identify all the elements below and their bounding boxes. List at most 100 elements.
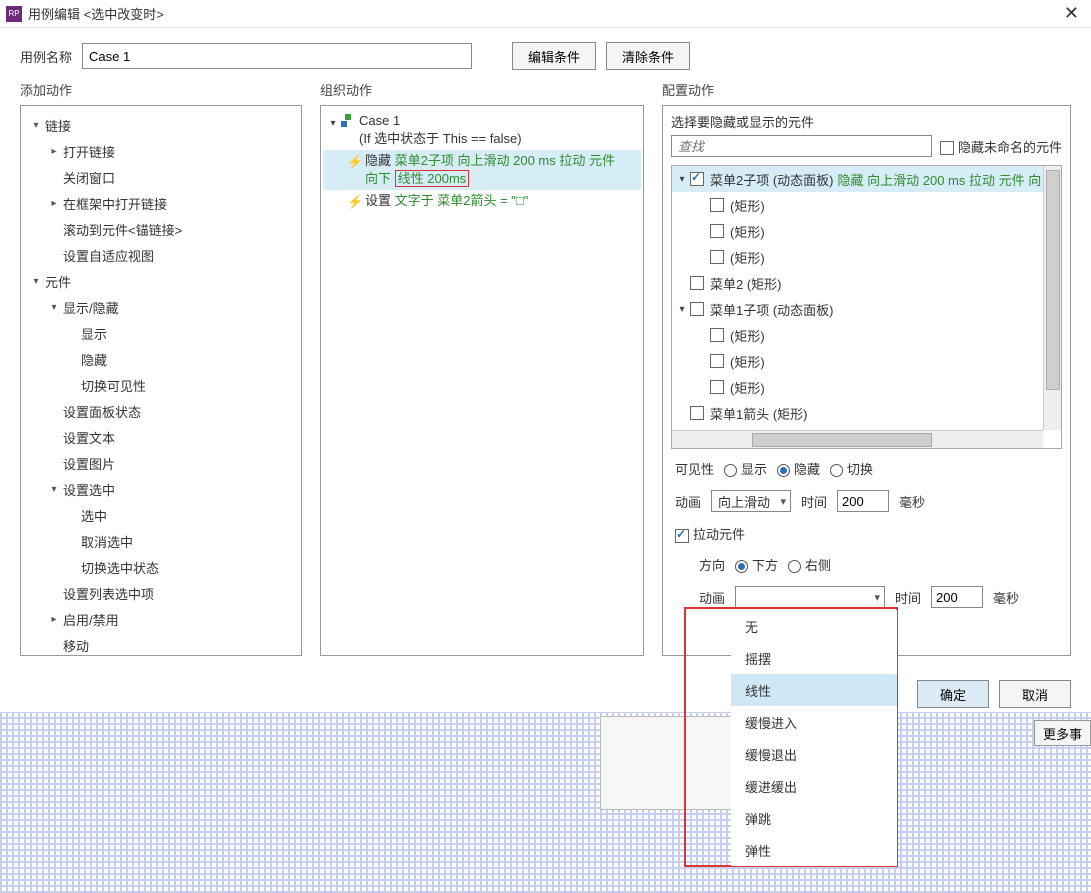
- tree-item[interactable]: 选中: [25, 502, 297, 528]
- ms-label: 毫秒: [899, 492, 925, 511]
- dropdown-option[interactable]: 缓进缓出: [731, 770, 897, 802]
- close-icon[interactable]: ✕: [1058, 3, 1085, 24]
- tree-label: 设置自适应视图: [61, 246, 154, 265]
- dropdown-option[interactable]: 弹跳: [731, 802, 897, 834]
- tree-item[interactable]: ▾显示/隐藏: [25, 294, 297, 320]
- search-input[interactable]: [671, 135, 932, 157]
- cfg-title: 选择要隐藏或显示的元件: [671, 112, 1062, 131]
- tree-item[interactable]: 设置图片: [25, 450, 297, 476]
- checkbox-icon[interactable]: [710, 328, 724, 342]
- action-verb: 设置: [365, 193, 391, 208]
- tree-item[interactable]: ▾设置选中: [25, 476, 297, 502]
- dropdown-option[interactable]: 缓慢退出: [731, 738, 897, 770]
- checkbox-icon[interactable]: [690, 406, 704, 420]
- dropdown-option[interactable]: 摇摆: [731, 642, 897, 674]
- expand-icon[interactable]: ▾: [327, 115, 339, 133]
- tree-item[interactable]: 切换可见性: [25, 372, 297, 398]
- tree-item[interactable]: 关闭窗口: [25, 164, 297, 190]
- tree-item[interactable]: ▾元件: [25, 268, 297, 294]
- dropdown-option[interactable]: 线性: [731, 674, 897, 706]
- checkbox-icon[interactable]: [710, 224, 724, 238]
- time2-input[interactable]: [931, 586, 983, 608]
- action-line2a: 向下: [365, 171, 391, 186]
- widget-tree-row[interactable]: (矩形): [672, 322, 1043, 348]
- radio-show[interactable]: 显示: [724, 459, 767, 478]
- cancel-button[interactable]: 取消: [999, 680, 1071, 708]
- action-verb: 隐藏: [365, 153, 391, 168]
- tree-label: 设置面板状态: [61, 402, 141, 421]
- checkbox-icon[interactable]: [710, 250, 724, 264]
- tree-item[interactable]: ▸启用/禁用: [25, 606, 297, 632]
- tree-item[interactable]: 设置列表选中项: [25, 580, 297, 606]
- checkbox-icon[interactable]: [690, 172, 704, 186]
- widget-tree-row[interactable]: 菜单1箭头 (矩形): [672, 400, 1043, 426]
- checkbox-icon[interactable]: [690, 276, 704, 290]
- tree-item[interactable]: 切换选中状态: [25, 554, 297, 580]
- ms-label2: 毫秒: [993, 588, 1019, 607]
- tree-item[interactable]: 移动: [25, 632, 297, 656]
- checkbox-icon[interactable]: [710, 198, 724, 212]
- dropdown-option[interactable]: 缓慢进入: [731, 706, 897, 738]
- pull-widgets-checkbox[interactable]: 拉动元件: [675, 524, 745, 543]
- tree-item[interactable]: 设置面板状态: [25, 398, 297, 424]
- tree-item[interactable]: ▾链接: [25, 112, 297, 138]
- checkbox-icon[interactable]: [690, 302, 704, 316]
- case-name-input[interactable]: [82, 43, 472, 69]
- ok-button[interactable]: 确定: [917, 680, 989, 708]
- checkbox-icon[interactable]: [710, 380, 724, 394]
- tree-item[interactable]: 隐藏: [25, 346, 297, 372]
- dropdown-option[interactable]: 无: [731, 610, 897, 642]
- tree-label: 链接: [43, 116, 71, 135]
- action-row-hide[interactable]: ⚡ 隐藏 菜单2子项 向上滑动 200 ms 拉动 元件 向下 线性 200ms: [323, 150, 641, 190]
- case-condition: (If 选中状态于 This == false): [359, 131, 522, 146]
- checkbox-icon: [940, 141, 954, 155]
- widget-label: (矩形): [730, 326, 765, 345]
- action-row-set[interactable]: ⚡ 设置 文字于 菜单2箭头 = "□": [323, 190, 641, 213]
- case-name-row: 用例名称 编辑条件 清除条件: [0, 28, 1091, 80]
- edit-condition-button[interactable]: 编辑条件: [512, 42, 596, 70]
- time-input[interactable]: [837, 490, 889, 512]
- add-action-header: 添加动作: [20, 80, 302, 99]
- tree-label: 在框架中打开链接: [61, 194, 167, 213]
- tree-label: 滚动到元件<锚链接>: [61, 220, 182, 239]
- case-row[interactable]: ▾ Case 1 (If 选中状态于 This == false): [323, 110, 641, 150]
- clear-condition-button[interactable]: 清除条件: [606, 42, 690, 70]
- anim-label: 动画: [675, 492, 701, 511]
- checkbox-icon[interactable]: [710, 354, 724, 368]
- v-scrollbar[interactable]: [1043, 166, 1061, 430]
- action-green: 文字于 菜单2箭头 = "□": [395, 193, 529, 208]
- widget-tree-row[interactable]: (矩形): [672, 218, 1043, 244]
- widget-tree-row[interactable]: (矩形): [672, 244, 1043, 270]
- window-title: 用例编辑 <选中改变时>: [28, 4, 1058, 23]
- tree-item[interactable]: 设置文本: [25, 424, 297, 450]
- titlebar: RP 用例编辑 <选中改变时> ✕: [0, 0, 1091, 28]
- radio-hide[interactable]: 隐藏: [777, 459, 820, 478]
- time2-label: 时间: [895, 588, 921, 607]
- tree-label: 设置图片: [61, 454, 115, 473]
- widget-tree-row[interactable]: (矩形): [672, 374, 1043, 400]
- widget-tree-row[interactable]: 菜单2 (矩形): [672, 270, 1043, 296]
- tree-item[interactable]: 设置自适应视图: [25, 242, 297, 268]
- anim2-select[interactable]: [735, 586, 885, 608]
- h-scrollbar[interactable]: [672, 430, 1043, 448]
- hide-unnamed-checkbox[interactable]: 隐藏未命名的元件: [940, 137, 1062, 156]
- tree-label: 显示: [79, 324, 107, 343]
- tree-item[interactable]: 取消选中: [25, 528, 297, 554]
- easing-dropdown[interactable]: 无摇摆线性缓慢进入缓慢退出缓进缓出弹跳弹性: [731, 610, 897, 866]
- tree-item[interactable]: ▸打开链接: [25, 138, 297, 164]
- dropdown-option[interactable]: 弹性: [731, 834, 897, 866]
- tree-item[interactable]: 显示: [25, 320, 297, 346]
- anim-select[interactable]: 向上滑动: [711, 490, 791, 512]
- radio-toggle[interactable]: 切换: [830, 459, 873, 478]
- radio-right[interactable]: 右侧: [788, 555, 831, 574]
- more-button[interactable]: 更多事: [1034, 720, 1091, 746]
- widget-tree-row[interactable]: (矩形): [672, 348, 1043, 374]
- tree-item[interactable]: ▸在框架中打开链接: [25, 190, 297, 216]
- anim2-label: 动画: [699, 588, 725, 607]
- case-name: Case 1: [359, 113, 400, 128]
- widget-tree-row[interactable]: (矩形): [672, 192, 1043, 218]
- widget-tree-row[interactable]: ▾菜单1子项 (动态面板): [672, 296, 1043, 322]
- tree-item[interactable]: 滚动到元件<锚链接>: [25, 216, 297, 242]
- radio-down[interactable]: 下方: [735, 555, 778, 574]
- widget-tree-row[interactable]: ▾菜单2子项 (动态面板)隐藏 向上滑动 200 ms 拉动 元件 向: [672, 166, 1043, 192]
